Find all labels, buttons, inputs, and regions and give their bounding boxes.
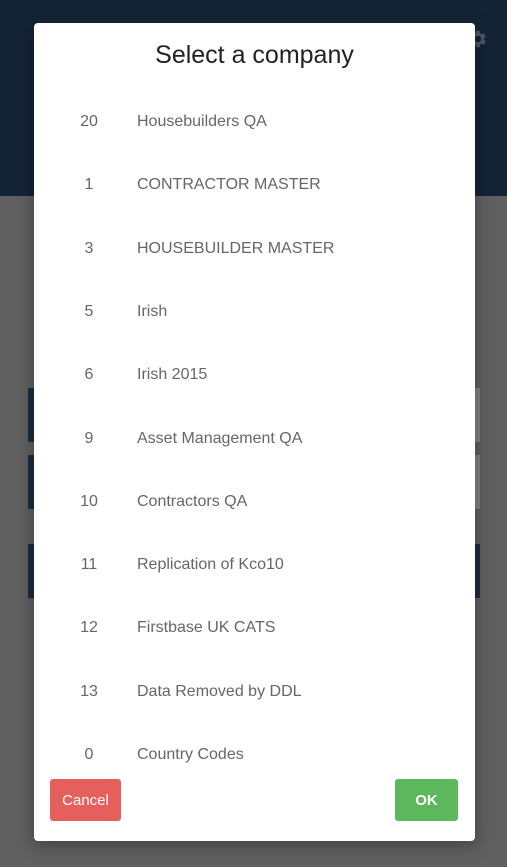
company-id: 1 <box>84 176 94 194</box>
screen: Select a company 20 Housebuilders QA 1 CONT… <box>0 0 507 867</box>
company-list[interactable]: 20 Housebuilders QA 1 CONTRACTOR MASTER 3 HOU… <box>34 93 475 763</box>
company-id: 10 <box>80 492 98 510</box>
ok-button[interactable]: OK <box>395 779 458 821</box>
company-list-item[interactable]: 11 Replication of Kco10 <box>34 536 475 599</box>
company-list-item[interactable]: 6 Irish 2015 <box>34 346 475 409</box>
company-id: 9 <box>84 429 94 447</box>
cancel-button[interactable]: Cancel <box>50 779 121 821</box>
company-list-item[interactable]: 13 Data Removed by DDL <box>34 663 475 726</box>
company-name: Housebuilders QA <box>137 113 267 130</box>
company-id: 20 <box>80 113 98 130</box>
company-list-item[interactable]: 1 CONTRACTOR MASTER <box>34 156 475 219</box>
company-id: 0 <box>84 746 94 763</box>
company-id: 6 <box>84 366 94 384</box>
select-company-dialog: Select a company 20 Housebuilders QA 1 CONT… <box>34 23 475 841</box>
company-list-item[interactable]: 10 Contractors QA <box>34 473 475 536</box>
company-list-item[interactable]: 9 Asset Management QA <box>34 410 475 473</box>
company-name: Irish 2015 <box>137 366 208 384</box>
company-id: 11 <box>80 556 98 574</box>
company-name: Firstbase UK CATS <box>137 619 276 637</box>
company-name: Country Codes <box>137 746 244 763</box>
company-list-item[interactable]: 0 Country Codes <box>34 726 475 763</box>
company-id: 13 <box>80 682 98 700</box>
company-list-item[interactable]: 5 Irish <box>34 283 475 346</box>
company-list-item[interactable]: 12 Firstbase UK CATS <box>34 599 475 662</box>
company-name: Contractors QA <box>137 492 248 510</box>
company-name: Replication of Kco10 <box>137 556 284 574</box>
company-id: 3 <box>84 239 94 257</box>
company-id: 5 <box>84 302 94 320</box>
company-id: 12 <box>80 619 98 637</box>
company-name: HOUSEBUILDER MASTER <box>137 239 335 257</box>
company-list-item[interactable]: 3 HOUSEBUILDER MASTER <box>34 220 475 283</box>
company-name: CONTRACTOR MASTER <box>137 176 321 194</box>
company-name: Data Removed by DDL <box>137 682 302 700</box>
company-name: Asset Management QA <box>137 429 303 447</box>
company-list-item[interactable]: 20 Housebuilders QA <box>34 93 475 156</box>
company-name: Irish <box>137 302 168 320</box>
dialog-title: Select a company <box>155 41 354 69</box>
